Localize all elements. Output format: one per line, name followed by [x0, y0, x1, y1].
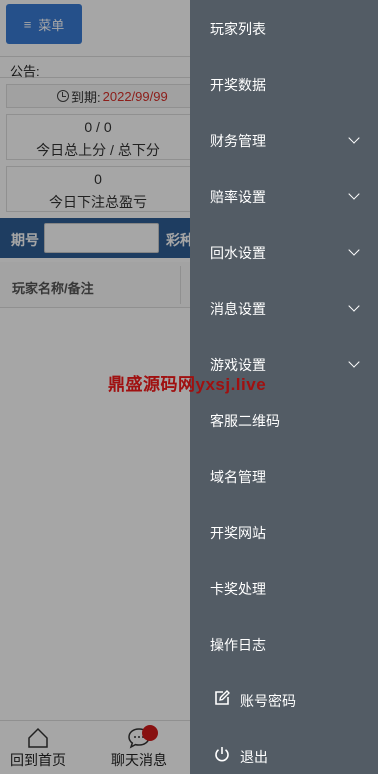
- drawer-item-label: 卡奖处理: [210, 581, 266, 597]
- drawer-item-label: 域名管理: [210, 469, 266, 485]
- drawer-item-label: 操作日志: [210, 637, 266, 653]
- drawer-item-label: 开奖网站: [210, 525, 266, 541]
- drawer-item-label: 财务管理: [210, 133, 266, 149]
- chevron-down-icon: [348, 300, 360, 312]
- drawer-item-label: 玩家列表: [210, 21, 266, 37]
- drawer-item-draw-data[interactable]: 开奖数据: [190, 56, 378, 112]
- watermark-text: 鼎盛源码网yxsj.live: [108, 375, 267, 394]
- drawer-item-draw-site[interactable]: 开奖网站: [190, 504, 378, 560]
- drawer-item-label: 回水设置: [210, 245, 266, 261]
- chevron-down-icon: [348, 188, 360, 200]
- drawer-item-stuck-draw[interactable]: 卡奖处理: [190, 560, 378, 616]
- drawer-item-label: 账号密码: [240, 693, 296, 709]
- drawer-item-players[interactable]: 玩家列表: [190, 0, 378, 56]
- chevron-down-icon: [348, 356, 360, 368]
- power-icon: [215, 747, 229, 762]
- chevron-down-icon: [348, 132, 360, 144]
- drawer-item-label: 客服二维码: [210, 413, 280, 429]
- drawer-item-qrcode[interactable]: 客服二维码: [190, 392, 378, 448]
- drawer-item-label: 退出: [240, 749, 268, 765]
- drawer-item-messages[interactable]: 消息设置: [190, 280, 378, 336]
- drawer-item-finance[interactable]: 财务管理: [190, 112, 378, 168]
- edit-icon: [215, 690, 230, 705]
- drawer-item-logs[interactable]: 操作日志: [190, 616, 378, 672]
- drawer-item-label: 赔率设置: [210, 189, 266, 205]
- drawer-item-domains[interactable]: 域名管理: [190, 448, 378, 504]
- drawer-item-password[interactable]: 账号密码: [190, 672, 378, 728]
- drawer-item-logout[interactable]: 退出: [190, 728, 378, 774]
- drawer-item-rebate[interactable]: 回水设置: [190, 224, 378, 280]
- drawer-item-odds[interactable]: 赔率设置: [190, 168, 378, 224]
- drawer-item-label: 消息设置: [210, 301, 266, 317]
- drawer-item-label: 开奖数据: [210, 77, 266, 93]
- chevron-down-icon: [348, 244, 360, 256]
